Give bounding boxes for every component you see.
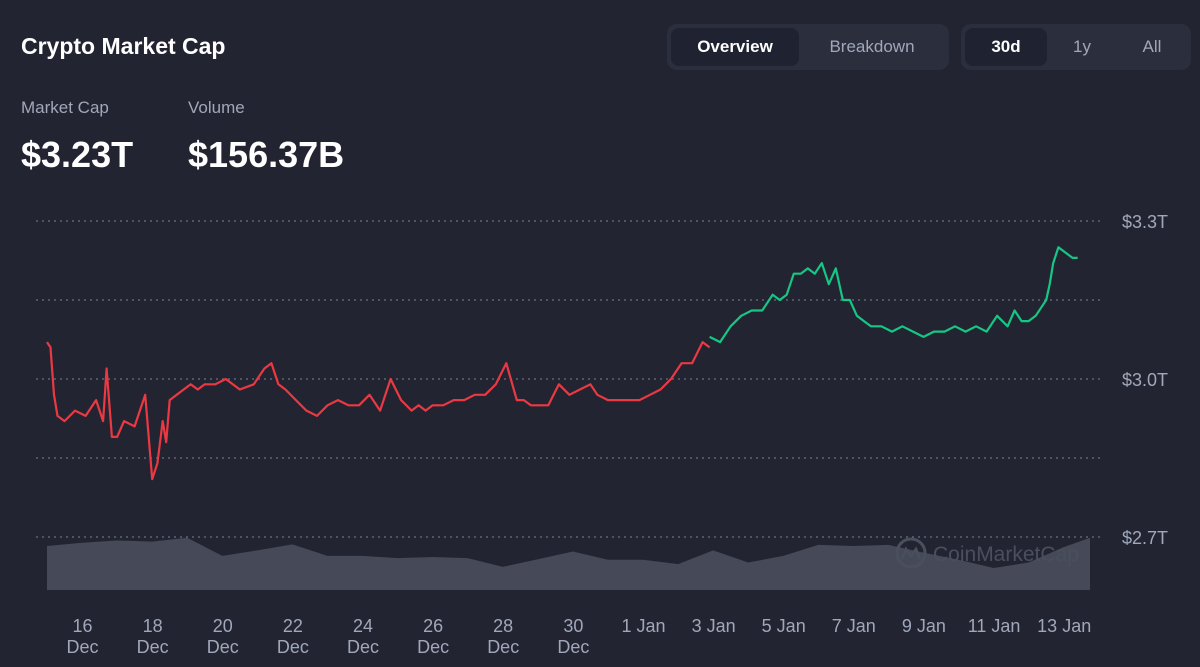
x-tick-month-label: Dec xyxy=(66,637,98,657)
x-tick-label: 16 xyxy=(72,616,92,636)
market-cap-chart[interactable]: CoinMarketCap $3.3T$3.0T$2.7T 16Dec18Dec… xyxy=(0,0,1200,667)
x-tick-label: 9 Jan xyxy=(902,616,946,636)
x-tick-label: 11 Jan xyxy=(968,616,1021,636)
y-axis: $3.3T $3.0T $2.7T xyxy=(1122,212,1168,548)
x-tick-label: 3 Jan xyxy=(692,616,736,636)
y-tick-label: $3.0T xyxy=(1122,370,1168,390)
x-tick-month-label: Dec xyxy=(557,637,589,657)
x-axis: 16Dec18Dec20Dec22Dec24Dec26Dec28Dec30Dec… xyxy=(66,616,1091,657)
x-tick-label: 28 xyxy=(493,616,513,636)
x-tick-month-label: Dec xyxy=(137,637,169,657)
x-tick-label: 18 xyxy=(143,616,163,636)
x-tick-month-label: Dec xyxy=(277,637,309,657)
x-tick-month-label: Dec xyxy=(417,637,449,657)
watermark-text: CoinMarketCap xyxy=(933,543,1079,566)
x-tick-label: 7 Jan xyxy=(832,616,876,636)
x-tick-month-label: Dec xyxy=(487,637,519,657)
grid-lines xyxy=(36,220,1100,538)
x-tick-label: 20 xyxy=(213,616,233,636)
x-tick-label: 22 xyxy=(283,616,303,636)
y-tick-label: $3.3T xyxy=(1122,212,1168,232)
series-line-1 xyxy=(709,246,1078,344)
y-tick-label: $2.7T xyxy=(1122,528,1168,548)
x-tick-label: 1 Jan xyxy=(621,616,665,636)
price-lines xyxy=(46,246,1078,481)
x-tick-month-label: Dec xyxy=(207,637,239,657)
x-tick-label: 26 xyxy=(423,616,443,636)
x-tick-label: 24 xyxy=(353,616,373,636)
x-tick-label: 13 Jan xyxy=(1037,616,1091,636)
x-tick-label: 5 Jan xyxy=(762,616,806,636)
x-tick-month-label: Dec xyxy=(347,637,379,657)
x-tick-label: 30 xyxy=(563,616,583,636)
